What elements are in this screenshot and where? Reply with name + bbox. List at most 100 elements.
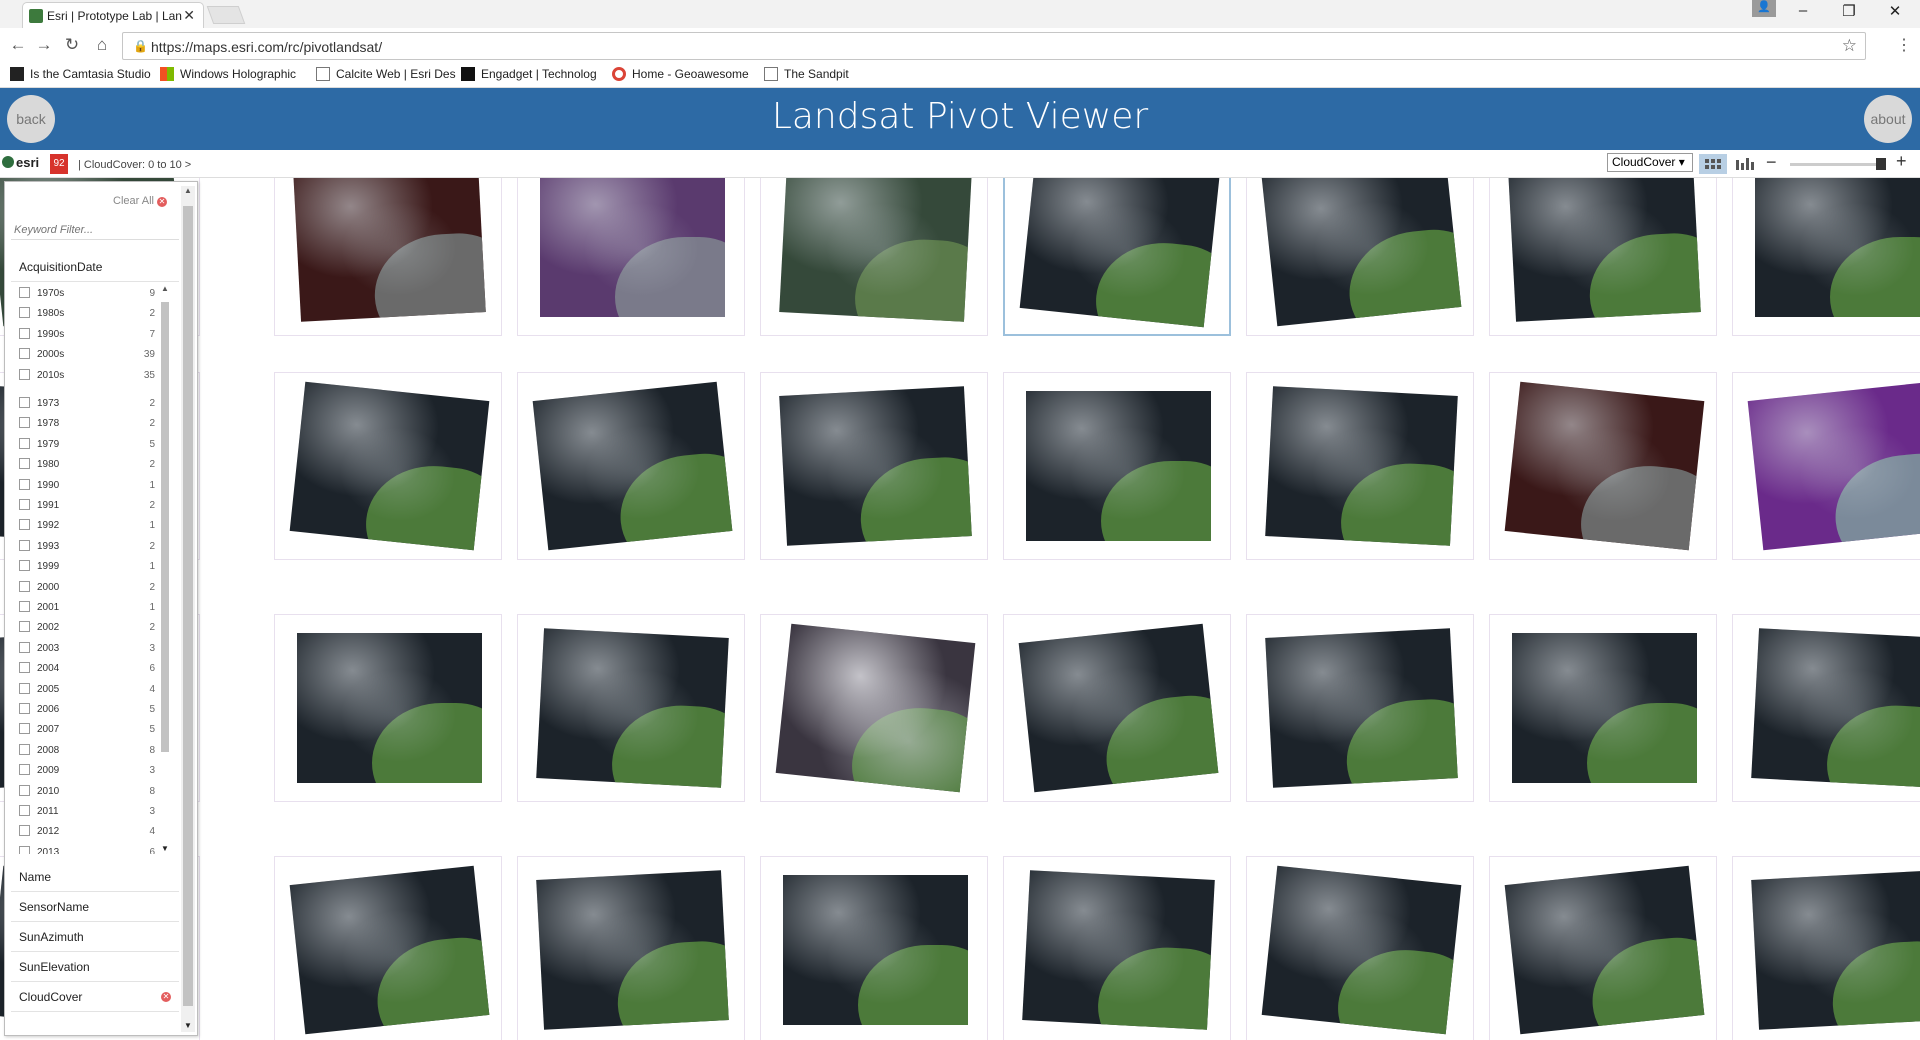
checkbox[interactable] xyxy=(19,397,30,408)
filter-option[interactable]: 2003 3 xyxy=(15,639,155,657)
filter-option[interactable]: 2005 4 xyxy=(15,680,155,698)
browser-menu-icon[interactable]: ⋮ xyxy=(1896,35,1912,55)
home-icon[interactable]: ⌂ xyxy=(90,35,114,55)
landsat-tile[interactable] xyxy=(760,614,988,802)
checkbox[interactable] xyxy=(19,682,30,694)
scrollbar-thumb[interactable] xyxy=(161,302,169,752)
landsat-tile[interactable] xyxy=(1003,856,1231,1040)
zoom-slider-thumb[interactable] xyxy=(1876,158,1886,170)
bookmark-item[interactable]: Windows Holographic xyxy=(160,67,296,81)
category-sun-azimuth[interactable]: SunAzimuth xyxy=(11,922,179,952)
filter-breadcrumb[interactable]: | CloudCover: 0 to 10 > xyxy=(78,159,191,171)
landsat-tile[interactable] xyxy=(517,372,745,560)
filter-option[interactable]: 2011 3 xyxy=(15,802,155,820)
back-arrow-icon[interactable]: ← xyxy=(6,35,30,55)
checkbox[interactable] xyxy=(19,478,30,490)
scroll-up-icon[interactable]: ▲ xyxy=(161,284,169,293)
checkbox[interactable] xyxy=(19,764,30,776)
landsat-tile[interactable] xyxy=(1489,856,1717,1040)
landsat-tile[interactable] xyxy=(760,856,988,1040)
profile-icon[interactable]: 👤 xyxy=(1752,0,1776,17)
forward-arrow-icon[interactable]: → xyxy=(32,35,56,55)
checkbox[interactable] xyxy=(19,519,30,531)
filter-option[interactable]: 2009 3 xyxy=(15,761,155,779)
filter-option[interactable]: 1970s 9 xyxy=(15,284,155,302)
landsat-tile[interactable] xyxy=(517,856,745,1040)
landsat-tile[interactable] xyxy=(1489,614,1717,802)
bookmark-item[interactable]: The Sandpit xyxy=(764,67,849,81)
category-sun-elevation[interactable]: SunElevation xyxy=(11,952,179,982)
keyword-filter-input[interactable] xyxy=(11,220,179,240)
scroll-up-icon[interactable]: ▲ xyxy=(184,186,192,195)
landsat-tile[interactable] xyxy=(1003,178,1231,336)
filter-option[interactable]: 1980 2 xyxy=(15,455,155,473)
restore-icon[interactable]: ❐ xyxy=(1826,2,1872,20)
scrollbar-thumb[interactable] xyxy=(183,206,193,1006)
filter-option[interactable]: 1978 2 xyxy=(15,414,155,432)
landsat-tile[interactable] xyxy=(760,178,988,336)
checkbox[interactable] xyxy=(19,458,30,470)
bookmark-star-icon[interactable]: ☆ xyxy=(1842,36,1857,56)
reload-icon[interactable]: ↻ xyxy=(60,35,84,55)
about-button[interactable]: about xyxy=(1864,95,1912,143)
checkbox[interactable] xyxy=(19,703,30,714)
filter-option[interactable]: 2007 5 xyxy=(15,720,155,738)
checkbox[interactable] xyxy=(19,437,30,449)
list-scrollbar[interactable]: ▲ ▼ xyxy=(158,284,172,864)
landsat-tile[interactable] xyxy=(1246,178,1474,336)
landsat-tile[interactable] xyxy=(1003,372,1231,560)
filter-option[interactable]: 2000 2 xyxy=(15,578,155,596)
filter-option[interactable]: 1990 1 xyxy=(15,476,155,494)
filter-option[interactable]: 2012 4 xyxy=(15,822,155,840)
filter-option[interactable]: 1980s 2 xyxy=(15,304,155,322)
filter-option[interactable]: 1990s 7 xyxy=(15,325,155,343)
bookmark-item[interactable]: Home - Geoawesome xyxy=(612,67,749,81)
checkbox[interactable] xyxy=(19,287,30,298)
checkbox[interactable] xyxy=(19,499,30,510)
scroll-down-icon[interactable]: ▼ xyxy=(161,844,169,853)
scroll-down-icon[interactable]: ▼ xyxy=(184,1021,192,1030)
checkbox[interactable] xyxy=(19,784,30,796)
filter-option[interactable]: 1979 5 xyxy=(15,435,155,453)
category-name[interactable]: Name xyxy=(11,862,179,892)
bookmark-item[interactable]: Calcite Web | Esri Des xyxy=(316,67,456,81)
close-tab-icon[interactable]: ✕ xyxy=(183,7,195,24)
zoom-out-icon[interactable]: − xyxy=(1766,152,1777,173)
filter-option[interactable]: 2002 2 xyxy=(15,618,155,636)
landsat-tile[interactable] xyxy=(1246,614,1474,802)
filter-option[interactable]: 1991 2 xyxy=(15,496,155,514)
filter-option[interactable]: 2000s 39 xyxy=(15,345,155,363)
filter-option[interactable]: 2010 8 xyxy=(15,782,155,800)
checkbox[interactable] xyxy=(19,805,30,816)
checkbox[interactable] xyxy=(19,601,30,612)
checkbox[interactable] xyxy=(19,580,30,592)
landsat-tile[interactable] xyxy=(274,372,502,560)
minimize-icon[interactable]: – xyxy=(1780,2,1826,19)
landsat-tile[interactable] xyxy=(517,614,745,802)
zoom-in-icon[interactable]: + xyxy=(1896,151,1907,172)
checkbox[interactable] xyxy=(19,743,30,755)
landsat-tile[interactable] xyxy=(1246,856,1474,1040)
checkbox[interactable] xyxy=(19,348,30,360)
landsat-tile[interactable] xyxy=(1489,178,1717,336)
filter-option[interactable]: 1992 1 xyxy=(15,516,155,534)
address-bar[interactable]: 🔒 https://maps.esri.com/rc/pivotlandsat/… xyxy=(122,32,1866,60)
filter-option[interactable]: 2004 6 xyxy=(15,659,155,677)
category-acquisition-date[interactable]: AcquisitionDate xyxy=(11,252,179,282)
new-tab-button[interactable] xyxy=(206,6,246,24)
histogram-view-icon[interactable] xyxy=(1730,154,1758,174)
landsat-tile[interactable] xyxy=(1732,372,1920,560)
checkbox[interactable] xyxy=(19,662,30,674)
checkbox[interactable] xyxy=(19,327,30,339)
category-cloud-cover[interactable]: CloudCover ✕ xyxy=(11,982,179,1012)
landsat-tile[interactable] xyxy=(274,614,502,802)
filter-option[interactable]: 1999 1 xyxy=(15,557,155,575)
filter-option[interactable]: 2008 8 xyxy=(15,741,155,759)
filter-option[interactable]: 2010s 35 xyxy=(15,366,155,384)
checkbox[interactable] xyxy=(19,825,30,837)
landsat-tile[interactable] xyxy=(1246,372,1474,560)
bookmark-item[interactable]: Engadget | Technolog xyxy=(461,67,597,81)
landsat-tile[interactable] xyxy=(1003,614,1231,802)
checkbox[interactable] xyxy=(19,417,30,429)
landsat-tile[interactable] xyxy=(517,178,745,336)
